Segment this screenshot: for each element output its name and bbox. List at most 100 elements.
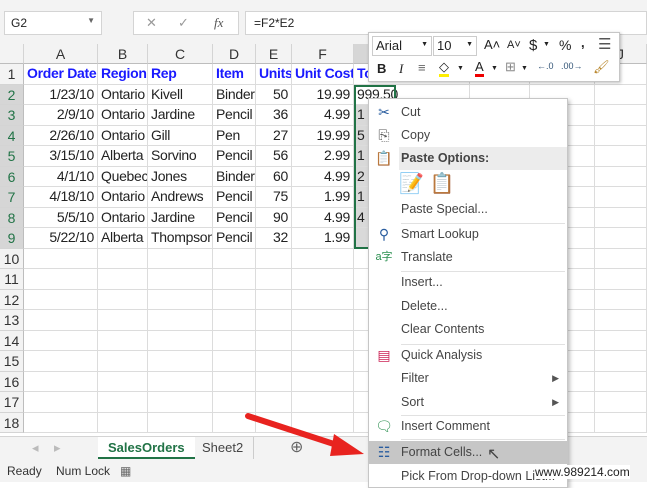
cancel-icon[interactable]: ✕ [146, 15, 157, 31]
data-cell[interactable]: Jardine [148, 207, 213, 228]
data-cell[interactable]: 56 [256, 146, 292, 167]
empty-cell[interactable] [24, 371, 98, 392]
header-cell[interactable]: Rep [148, 64, 213, 85]
empty-cell[interactable] [595, 105, 647, 126]
data-cell[interactable]: Ontario [98, 207, 148, 228]
empty-cell[interactable] [213, 351, 256, 372]
row-header[interactable]: 16 [0, 371, 24, 392]
row-header[interactable]: 9 [0, 228, 24, 249]
increase-decimal-icon[interactable]: ←.0 [537, 61, 554, 71]
data-cell[interactable]: 1/23/10 [24, 84, 98, 105]
empty-cell[interactable] [292, 371, 354, 392]
column-header[interactable]: C [148, 44, 213, 64]
row-header[interactable]: 14 [0, 330, 24, 351]
empty-cell[interactable] [148, 310, 213, 331]
header-cell[interactable]: Order Date [24, 64, 98, 85]
align-center-icon[interactable]: ≡ [418, 60, 426, 75]
chevron-down-icon[interactable]: ▼ [87, 16, 95, 25]
italic-button[interactable]: I [399, 61, 403, 77]
empty-cell[interactable] [292, 269, 354, 290]
empty-cell[interactable] [292, 289, 354, 310]
column-header[interactable]: B [98, 44, 148, 64]
macro-record-icon[interactable]: ▦ [120, 464, 131, 478]
empty-cell[interactable] [595, 248, 647, 269]
empty-cell[interactable] [98, 412, 148, 433]
data-cell[interactable]: Pen [213, 125, 256, 146]
empty-cell[interactable] [98, 269, 148, 290]
row-header[interactable]: 10 [0, 248, 24, 269]
empty-cell[interactable] [256, 371, 292, 392]
data-cell[interactable]: 32 [256, 228, 292, 249]
empty-cell[interactable] [24, 351, 98, 372]
data-cell[interactable]: Ontario [98, 105, 148, 126]
empty-cell[interactable] [24, 289, 98, 310]
empty-cell[interactable] [213, 371, 256, 392]
empty-cell[interactable] [148, 289, 213, 310]
font-name-select[interactable]: Arial ▼ [372, 36, 432, 56]
data-cell[interactable]: Ontario [98, 187, 148, 208]
chevron-down-icon[interactable]: ▼ [491, 65, 498, 72]
empty-cell[interactable] [256, 269, 292, 290]
empty-cell[interactable] [98, 310, 148, 331]
column-header[interactable]: E [256, 44, 292, 64]
data-cell[interactable]: 50 [256, 84, 292, 105]
empty-cell[interactable] [256, 310, 292, 331]
empty-cell[interactable] [595, 228, 647, 249]
data-cell[interactable]: 4.99 [292, 166, 354, 187]
merge-center-icon[interactable]: ☰ [598, 35, 611, 53]
empty-cell[interactable] [148, 248, 213, 269]
empty-cell[interactable] [292, 248, 354, 269]
empty-cell[interactable] [595, 269, 647, 290]
empty-cell[interactable] [595, 392, 647, 413]
empty-cell[interactable] [148, 269, 213, 290]
empty-cell[interactable] [213, 289, 256, 310]
menu-item-cut[interactable]: ✂ Cut [369, 101, 567, 124]
decrease-decimal-icon[interactable]: .00→ [561, 61, 583, 71]
header-cell[interactable]: Region [98, 64, 148, 85]
data-cell[interactable]: Thompson [148, 228, 213, 249]
data-cell[interactable]: Andrews [148, 187, 213, 208]
name-box[interactable]: G2 ▼ [4, 11, 102, 35]
empty-cell[interactable] [595, 166, 647, 187]
paste-formatting-icon[interactable]: 📝 [399, 173, 424, 195]
row-header[interactable]: 3 [0, 105, 24, 126]
empty-cell[interactable] [24, 269, 98, 290]
row-header[interactable]: 5 [0, 146, 24, 167]
data-cell[interactable]: 4/18/10 [24, 187, 98, 208]
data-cell[interactable]: 4.99 [292, 105, 354, 126]
menu-item-quick-analysis[interactable]: ▤ Quick Analysis [369, 344, 567, 367]
menu-item-smart-lookup[interactable]: ⚲ Smart Lookup [369, 223, 567, 246]
menu-item-format-cells[interactable]: ☷ Format Cells... ↖ [369, 441, 567, 464]
row-header[interactable]: 17 [0, 392, 24, 413]
chevron-down-icon[interactable]: ▼ [521, 65, 528, 72]
data-cell[interactable]: Alberta [98, 146, 148, 167]
empty-cell[interactable] [595, 412, 647, 433]
empty-cell[interactable] [98, 351, 148, 372]
menu-item-translate[interactable]: a字 Translate [369, 246, 567, 269]
row-header[interactable]: 11 [0, 269, 24, 290]
empty-cell[interactable] [256, 248, 292, 269]
data-cell[interactable]: Alberta [98, 228, 148, 249]
row-header[interactable]: 6 [0, 166, 24, 187]
bold-button[interactable]: B [377, 61, 386, 76]
column-header[interactable]: D [213, 44, 256, 64]
data-cell[interactable]: 5/5/10 [24, 207, 98, 228]
row-header[interactable]: 8 [0, 207, 24, 228]
currency-button[interactable]: $ [529, 37, 537, 54]
chevron-down-icon[interactable]: ▼ [543, 41, 550, 48]
data-cell[interactable]: 4.99 [292, 207, 354, 228]
empty-cell[interactable] [98, 371, 148, 392]
menu-item-paste-special[interactable]: Paste Special... [369, 198, 567, 221]
empty-cell[interactable] [24, 412, 98, 433]
menu-item-delete[interactable]: Delete... [369, 295, 567, 318]
data-cell[interactable]: 5/22/10 [24, 228, 98, 249]
empty-cell[interactable] [595, 146, 647, 167]
comma-button[interactable]: , [581, 35, 585, 50]
empty-cell[interactable] [595, 84, 647, 105]
data-cell[interactable]: Pencil [213, 105, 256, 126]
font-color-button[interactable]: A [475, 59, 484, 77]
format-painter-icon[interactable]: 🖌 [593, 59, 610, 75]
data-cell[interactable]: Binder [213, 84, 256, 105]
menu-item-insert[interactable]: Insert... [369, 271, 567, 294]
column-header[interactable]: F [292, 44, 354, 64]
